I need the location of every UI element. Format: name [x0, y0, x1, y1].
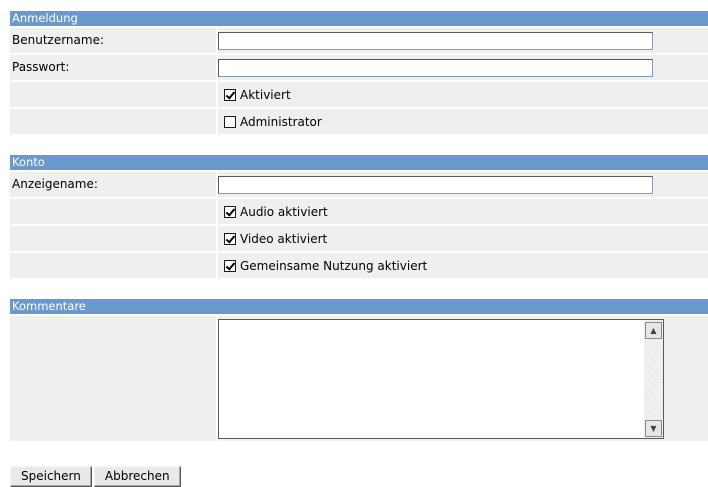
admin-label: Administrator [240, 115, 322, 129]
video-row: Video aktiviert [10, 226, 708, 251]
admin-row: Administrator [10, 109, 708, 134]
sharing-checkbox[interactable]: Gemeinsame Nutzung aktiviert [224, 259, 427, 273]
video-label: Video aktiviert [240, 232, 328, 246]
password-row: Passwort: [10, 55, 708, 80]
comments-textarea[interactable] [219, 320, 644, 438]
password-label: Passwort: [10, 55, 216, 80]
audio-checkbox[interactable]: Audio aktiviert [224, 205, 328, 219]
sharing-check-box[interactable] [224, 260, 236, 272]
admin-checkbox[interactable]: Administrator [224, 115, 322, 129]
display-name-row: Anzeigename: [10, 172, 708, 197]
username-row: Benutzername: [10, 28, 708, 53]
video-checkbox[interactable]: Video aktiviert [224, 232, 327, 246]
audio-label: Audio aktiviert [240, 205, 328, 219]
activated-check-box[interactable] [224, 89, 236, 101]
sharing-row: Gemeinsame Nutzung aktiviert [10, 253, 708, 278]
comments-row: ▲ ▼ [10, 316, 708, 441]
audio-check-box[interactable] [224, 206, 236, 218]
display-name-label: Anzeigename: [10, 172, 216, 197]
activated-label: Aktiviert [240, 88, 291, 102]
cancel-button[interactable]: Abbrechen [93, 466, 181, 487]
scroll-up-icon[interactable]: ▲ [645, 322, 662, 339]
audio-row: Audio aktiviert [10, 199, 708, 224]
sharing-label: Gemeinsame Nutzung aktiviert [240, 259, 428, 273]
admin-check-box[interactable] [224, 116, 236, 128]
activated-row: Aktiviert [10, 82, 708, 107]
activated-checkbox[interactable]: Aktiviert [224, 88, 291, 102]
scroll-down-icon[interactable]: ▼ [645, 420, 662, 437]
comments-textarea-frame: ▲ ▼ [218, 319, 664, 439]
account-section-header: Konto [10, 155, 708, 170]
comments-section-header: Kommentare [10, 299, 708, 314]
save-button[interactable]: Speichern [10, 466, 92, 487]
username-input[interactable] [218, 32, 653, 50]
login-section: Anmeldung Benutzername: Passwort: Aktivi… [10, 11, 708, 134]
comments-scrollbar[interactable]: ▲ ▼ [644, 320, 663, 438]
display-name-input[interactable] [218, 176, 653, 194]
login-section-header: Anmeldung [10, 11, 708, 26]
video-check-box[interactable] [224, 233, 236, 245]
username-label: Benutzername: [10, 28, 216, 53]
button-bar: Speichern Abbrechen [10, 466, 183, 487]
comments-section: Kommentare ▲ ▼ [10, 299, 708, 441]
password-input[interactable] [218, 59, 653, 77]
account-section: Konto Anzeigename: Audio aktiviert Video… [10, 155, 708, 278]
